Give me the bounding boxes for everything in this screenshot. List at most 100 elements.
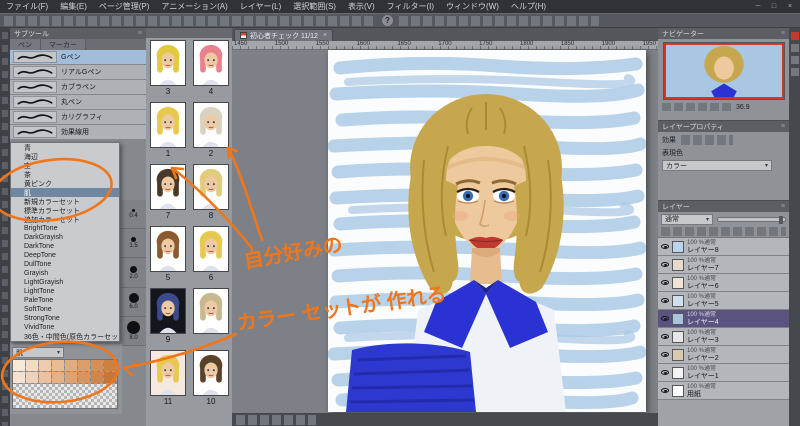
- colorset-option[interactable]: Grayish: [11, 269, 119, 278]
- visibility-eye-icon[interactable]: [661, 298, 669, 303]
- menu-item[interactable]: ページ管理(P): [93, 1, 156, 12]
- brush-size-preset[interactable]: 8.0: [121, 317, 146, 347]
- brush-size-preset[interactable]: 6.0: [121, 288, 146, 317]
- visibility-eye-icon[interactable]: [661, 370, 669, 375]
- subtool-item[interactable]: 効果線用: [10, 125, 146, 140]
- visibility-eye-icon[interactable]: [661, 388, 669, 393]
- colorset-option[interactable]: SoftTone: [11, 305, 119, 314]
- layer-row[interactable]: 100 %通常 レイヤー8: [658, 238, 789, 256]
- color-swatch[interactable]: [26, 360, 39, 372]
- visibility-eye-icon[interactable]: [661, 352, 669, 357]
- toolbar-icons-right[interactable]: [399, 15, 599, 26]
- colorset-option[interactable]: 青: [11, 143, 119, 152]
- thumbnail-item[interactable]: 10: [191, 350, 231, 412]
- subtool-item[interactable]: カブラペン: [10, 80, 146, 95]
- thumbnail-item[interactable]: 11: [148, 350, 188, 412]
- colorset-option[interactable]: 黄ピンク: [11, 179, 119, 188]
- navigator-preview[interactable]: [662, 42, 785, 100]
- colorset-option[interactable]: DeepTone: [11, 251, 119, 260]
- color-swatch[interactable]: [13, 360, 26, 372]
- colorset-option[interactable]: 36色・中間色(原色カラーセット): [11, 332, 119, 341]
- colorset-option[interactable]: VividTone: [11, 323, 119, 332]
- effect-icons[interactable]: [681, 135, 733, 145]
- visibility-eye-icon[interactable]: [661, 280, 669, 285]
- colorset-option[interactable]: BrightTone: [11, 224, 119, 233]
- menu-item[interactable]: ファイル(F): [0, 1, 54, 12]
- color-swatch[interactable]: [65, 360, 78, 372]
- thumbnail-item[interactable]: 4: [191, 40, 231, 102]
- navigator-zoom-controls[interactable]: [662, 103, 732, 111]
- thumbnail-item[interactable]: 7: [148, 164, 188, 226]
- color-swatch[interactable]: [52, 360, 65, 372]
- colorset-select[interactable]: 肌 ▾: [12, 347, 64, 358]
- color-swatch[interactable]: [65, 372, 78, 384]
- panel-menu-icon[interactable]: ≡: [781, 30, 785, 37]
- opacity-slider[interactable]: [717, 215, 786, 224]
- menu-item[interactable]: 表示(V): [342, 1, 381, 12]
- colorset-option[interactable]: LightGrayish: [11, 278, 119, 287]
- menu-item[interactable]: フィルター(I): [381, 1, 440, 12]
- menu-item[interactable]: アニメーション(A): [155, 1, 233, 12]
- visibility-eye-icon[interactable]: [661, 244, 669, 249]
- navigator-tab-icon[interactable]: [790, 32, 799, 40]
- panel-menu-icon[interactable]: ≡: [781, 123, 785, 130]
- brush-size-preset[interactable]: 0.4: [121, 200, 146, 230]
- menu-item[interactable]: 編集(E): [54, 1, 93, 12]
- thumbnail-item[interactable]: 2: [191, 102, 231, 164]
- subtool-item[interactable]: カリグラフィ: [10, 110, 146, 125]
- maximize-button[interactable]: □: [769, 3, 779, 10]
- minimize-button[interactable]: ─: [753, 3, 763, 10]
- layer-row[interactable]: 100 %通常 レイヤー1: [658, 364, 789, 382]
- close-tab-icon[interactable]: ×: [323, 32, 327, 39]
- colorset-option[interactable]: StrongTone: [11, 314, 119, 323]
- colorset-option[interactable]: 標準カラーセット: [11, 206, 119, 215]
- panel-tab-icon[interactable]: [790, 56, 799, 64]
- colorset-option[interactable]: 肌: [11, 188, 119, 197]
- color-swatch[interactable]: [104, 372, 117, 384]
- color-swatch[interactable]: [91, 360, 104, 372]
- color-swatch[interactable]: [78, 372, 91, 384]
- layer-row[interactable]: 100 %通常 レイヤー6: [658, 274, 789, 292]
- panel-menu-icon[interactable]: ≡: [138, 30, 142, 37]
- layer-row[interactable]: 100 %通常 用紙: [658, 382, 789, 400]
- thumbnail-item[interactable]: 3: [148, 40, 188, 102]
- close-button[interactable]: ×: [785, 3, 795, 10]
- colorset-option[interactable]: DullTone: [11, 260, 119, 269]
- layer-row[interactable]: 100 %通常 レイヤー2: [658, 346, 789, 364]
- colorset-option[interactable]: 追加カラーセット: [11, 215, 119, 224]
- panel-menu-icon[interactable]: ≡: [781, 203, 785, 210]
- layer-row[interactable]: 100 %通常 レイヤー4: [658, 310, 789, 328]
- subtool-tab[interactable]: マーカー: [41, 39, 86, 50]
- thumbnail-item[interactable]: 6: [191, 226, 231, 288]
- colorset-option[interactable]: PaleTone: [11, 296, 119, 305]
- menu-item[interactable]: ヘルプ(H): [505, 1, 552, 12]
- layer-row[interactable]: 100 %通常 レイヤー3: [658, 328, 789, 346]
- blend-mode-select[interactable]: 通常 ▾: [661, 213, 713, 225]
- canvas-statusbar-icons[interactable]: [236, 414, 316, 425]
- subtool-item[interactable]: 丸ペン: [10, 95, 146, 110]
- colorset-option[interactable]: 海辺: [11, 152, 119, 161]
- colorset-option[interactable]: 茶: [11, 170, 119, 179]
- visibility-eye-icon[interactable]: [661, 262, 669, 267]
- color-swatch[interactable]: [39, 360, 52, 372]
- thumbnail-item[interactable]: 9: [148, 288, 188, 350]
- document-tab[interactable]: 初心者チェック 11/12 ×: [234, 29, 334, 41]
- color-swatch[interactable]: [26, 372, 39, 384]
- layer-command-icons[interactable]: [661, 227, 786, 236]
- color-swatch[interactable]: [52, 372, 65, 384]
- subtool-item[interactable]: Gペン: [10, 50, 146, 65]
- colorset-option[interactable]: 空: [11, 161, 119, 170]
- zoom-percentage[interactable]: 36.9: [736, 104, 750, 111]
- menu-item[interactable]: ウィンドウ(W): [440, 1, 505, 12]
- color-swatch[interactable]: [39, 372, 52, 384]
- color-swatch[interactable]: [104, 360, 117, 372]
- thumbnail-item[interactable]: [191, 288, 231, 350]
- menu-item[interactable]: レイヤー(L): [234, 1, 288, 12]
- panel-tab-icon[interactable]: [790, 44, 799, 52]
- colorset-option[interactable]: 新規カラーセット: [11, 197, 119, 206]
- brush-size-preset[interactable]: 1.5: [121, 229, 146, 259]
- visibility-eye-icon[interactable]: [661, 334, 669, 339]
- expression-color-select[interactable]: カラー ▾: [662, 160, 772, 171]
- thumbnail-item[interactable]: 8: [191, 164, 231, 226]
- visibility-eye-icon[interactable]: [661, 316, 669, 321]
